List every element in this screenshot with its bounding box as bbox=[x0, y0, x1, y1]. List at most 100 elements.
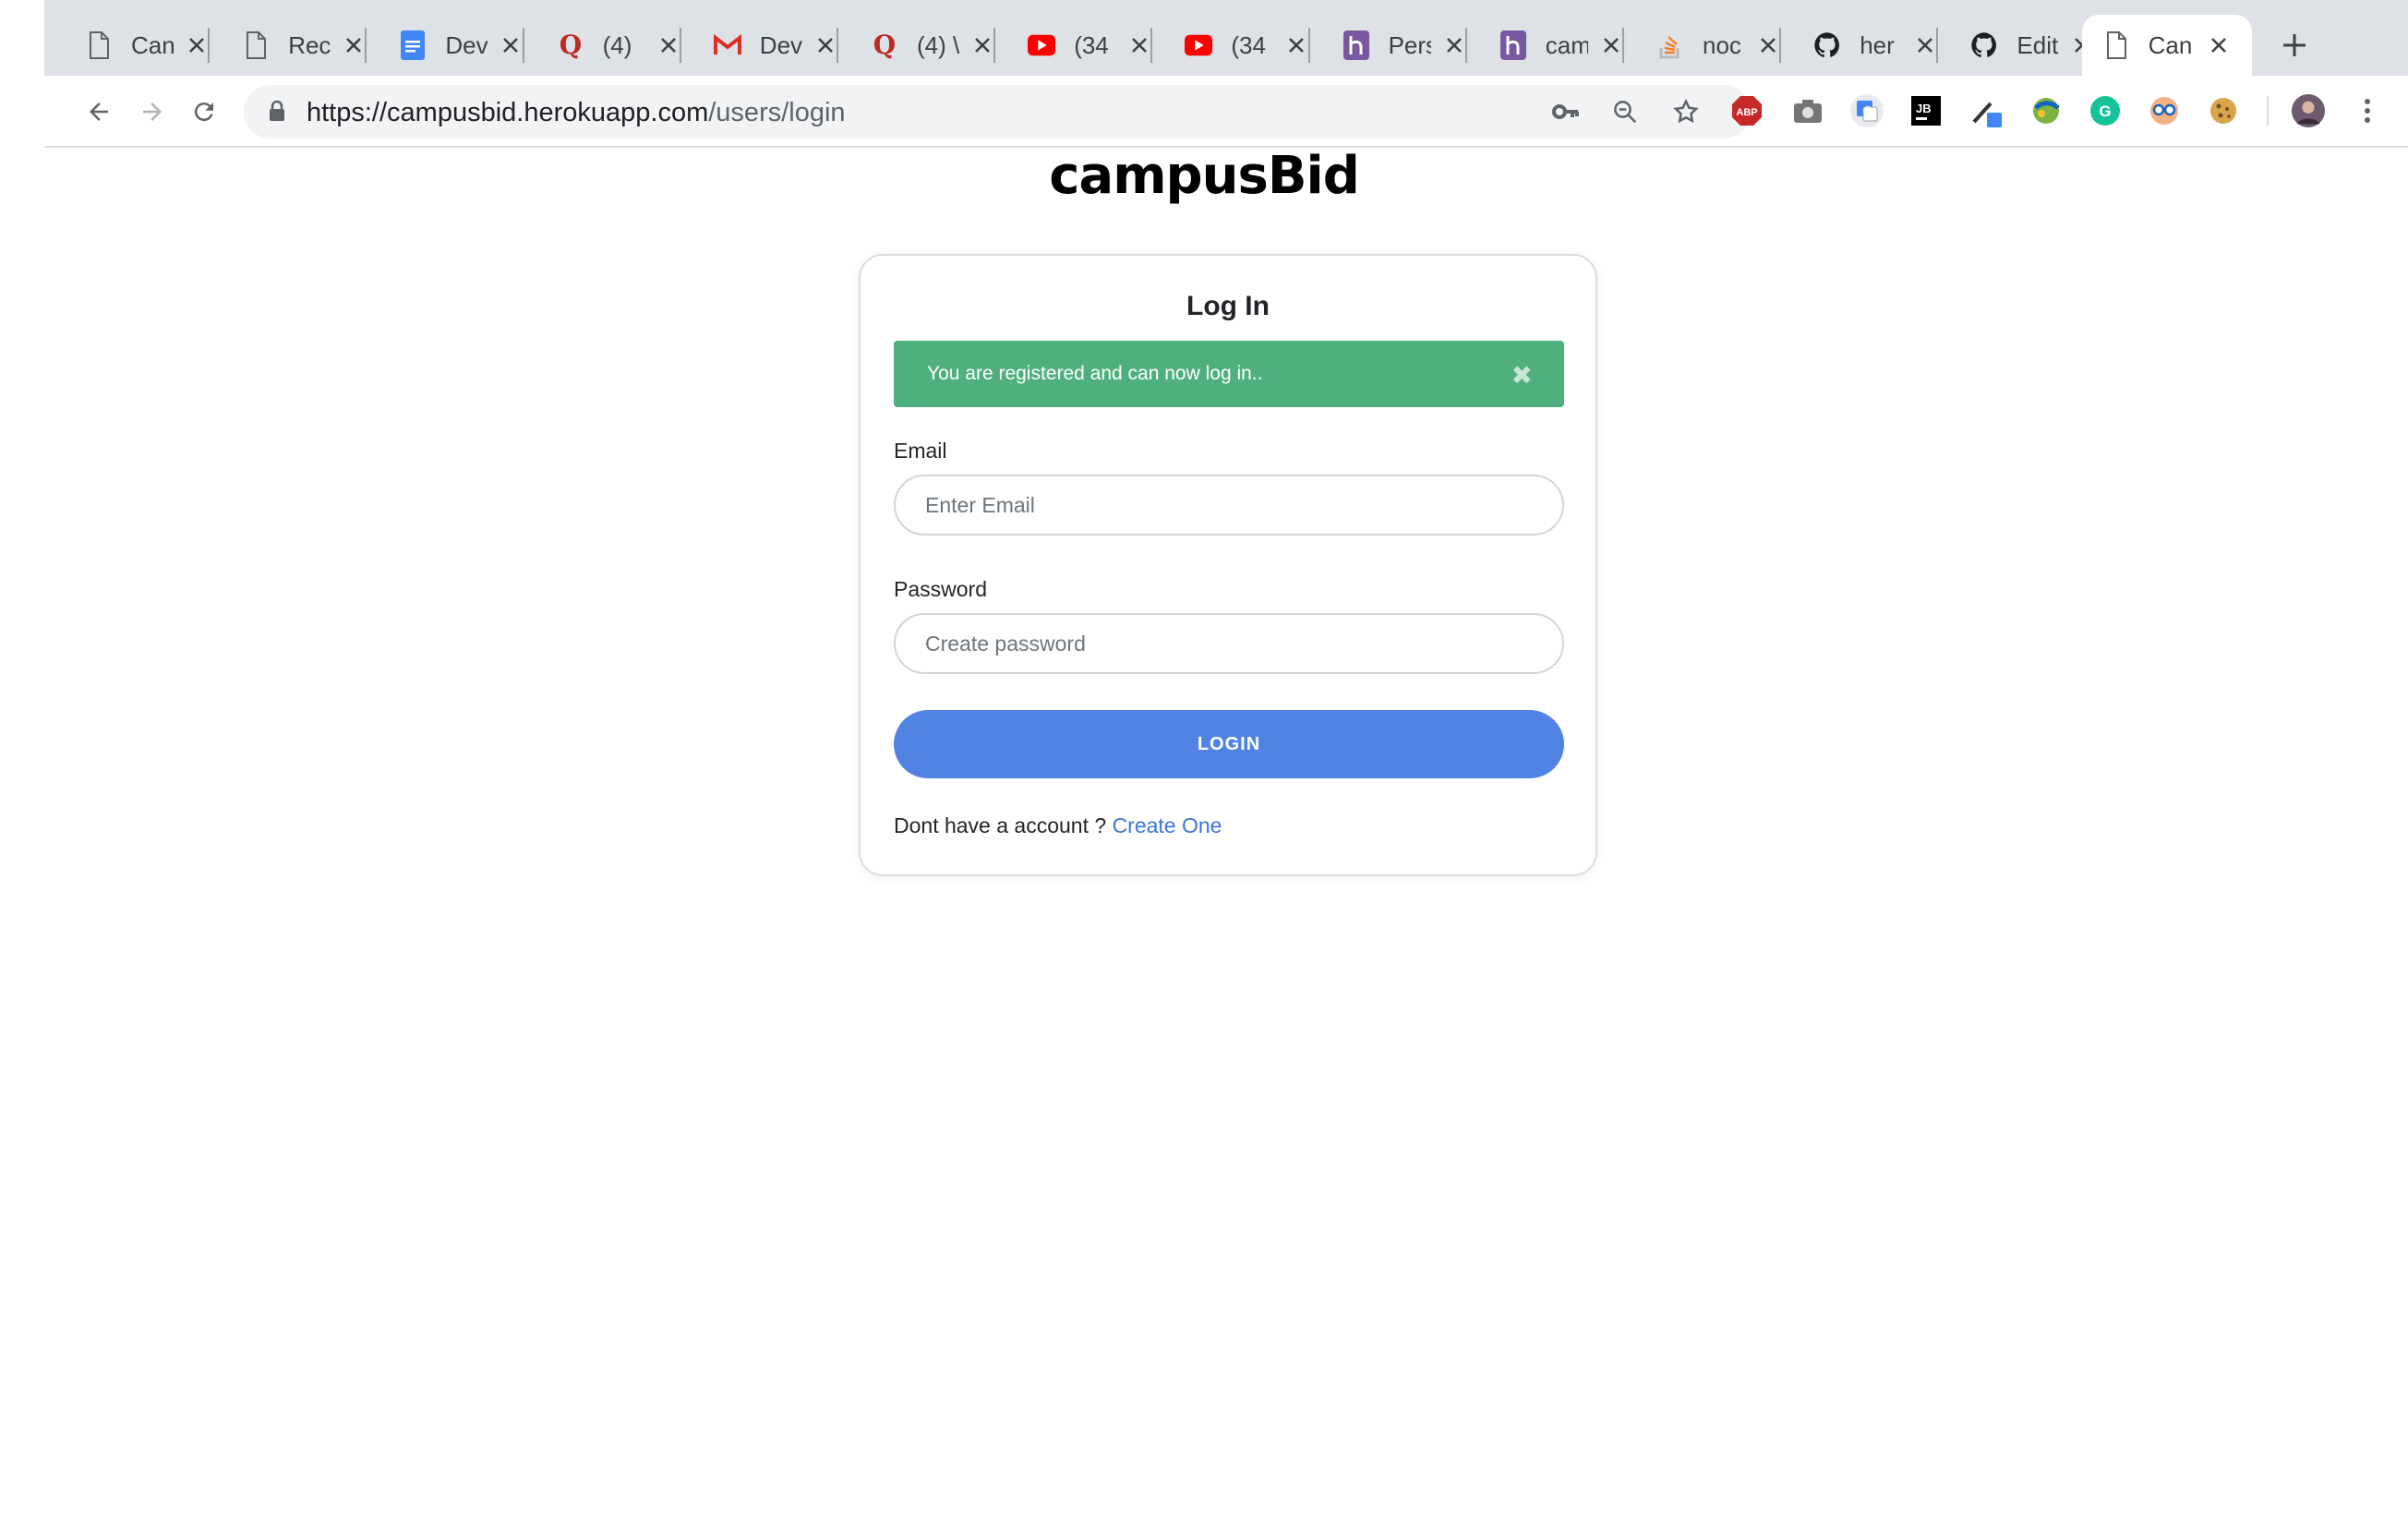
tab-title: (34 bbox=[1074, 30, 1109, 59]
quora-icon: Q bbox=[557, 31, 584, 59]
arrow-left-icon bbox=[90, 102, 108, 121]
svg-text:Q: Q bbox=[873, 31, 896, 59]
heroku-icon bbox=[1499, 30, 1527, 60]
email-label: Email bbox=[894, 439, 947, 463]
tab-8[interactable]: Pers bbox=[1309, 15, 1466, 76]
tab-separator bbox=[837, 28, 838, 63]
tab-separator bbox=[1150, 28, 1153, 63]
tab-title: Pers bbox=[1388, 30, 1431, 59]
menu-dots-icon[interactable] bbox=[2351, 94, 2384, 127]
tab-0[interactable]: Can bbox=[52, 15, 209, 76]
tab-title: Dev bbox=[445, 30, 488, 59]
tab-title: (4) bbox=[602, 30, 632, 59]
login-button[interactable]: LOGIN bbox=[894, 710, 1564, 778]
lock-icon bbox=[270, 100, 284, 121]
zoom-out-icon[interactable] bbox=[1610, 97, 1640, 126]
tab-separator bbox=[208, 28, 211, 63]
address-bar[interactable]: https://campusbid.herokuapp.com/users/lo… bbox=[244, 85, 1751, 138]
quora-icon: Q bbox=[871, 31, 898, 59]
tab-title: Dev bbox=[759, 30, 802, 59]
forward-button[interactable] bbox=[131, 90, 174, 133]
create-account-link[interactable]: Create One bbox=[1113, 813, 1222, 837]
close-icon[interactable] bbox=[813, 32, 837, 58]
tab-9[interactable]: cam bbox=[1466, 15, 1623, 76]
close-icon[interactable] bbox=[656, 32, 680, 58]
tab-title: Can bbox=[131, 30, 175, 59]
adblock-icon[interactable]: ABP bbox=[1730, 94, 1764, 127]
globe-extension-icon[interactable] bbox=[2029, 94, 2063, 127]
grammarly-icon[interactable]: G bbox=[2089, 94, 2122, 127]
tab-separator bbox=[1464, 28, 1467, 63]
tab-5[interactable]: Q (4) \ bbox=[837, 15, 994, 76]
tab-7[interactable]: (34 bbox=[1151, 15, 1308, 76]
tab-3[interactable]: Q (4) bbox=[524, 15, 680, 76]
page-icon bbox=[2102, 31, 2130, 59]
camera-icon[interactable] bbox=[1791, 94, 1824, 127]
reload-button[interactable] bbox=[183, 90, 225, 133]
svg-text:Q: Q bbox=[559, 31, 581, 59]
tab-strip: Can Rec Dev Q (4) Dev Q (4) \ (34 (34 Pers cam noc he… bbox=[44, 0, 2408, 76]
tab-separator bbox=[1622, 28, 1624, 63]
tab-4[interactable]: Dev bbox=[680, 15, 837, 76]
success-alert: You are registered and can now log in.. … bbox=[894, 341, 1564, 407]
reload-icon bbox=[194, 102, 213, 122]
tab-title: cam bbox=[1545, 30, 1588, 59]
password-field[interactable] bbox=[894, 613, 1564, 674]
jetbrains-icon[interactable]: JB bbox=[1909, 94, 1943, 127]
tab-13[interactable]: Can bbox=[2081, 15, 2252, 76]
tab-title: her bbox=[1860, 30, 1895, 59]
tab-title: (34 bbox=[1231, 30, 1266, 59]
tab-12[interactable]: Edit bbox=[1937, 15, 2094, 76]
tab-title: (4) \ bbox=[917, 30, 960, 59]
close-icon[interactable] bbox=[1913, 32, 1937, 58]
plus-icon bbox=[2283, 34, 2306, 56]
svg-text:JB: JB bbox=[1916, 102, 1932, 115]
close-icon[interactable]: ✖ bbox=[1511, 363, 1533, 389]
close-icon[interactable] bbox=[1127, 32, 1151, 58]
youtube-icon bbox=[1028, 31, 1056, 59]
password-label: Password bbox=[894, 577, 987, 601]
star-icon[interactable] bbox=[1671, 97, 1701, 126]
close-icon[interactable] bbox=[1599, 32, 1623, 58]
svg-text:G: G bbox=[2099, 102, 2111, 120]
tab-1[interactable]: Rec bbox=[209, 15, 366, 76]
heroku-icon bbox=[1342, 30, 1370, 60]
avatar[interactable] bbox=[2292, 94, 2325, 127]
back-button[interactable] bbox=[78, 90, 120, 133]
toolbar-divider bbox=[2267, 96, 2269, 126]
email-field[interactable] bbox=[894, 475, 1564, 536]
tab-separator bbox=[679, 28, 681, 63]
close-icon[interactable] bbox=[1442, 32, 1466, 58]
svg-text:ABP: ABP bbox=[1736, 107, 1757, 118]
new-tab-button[interactable] bbox=[2271, 22, 2318, 68]
color-picker-icon[interactable] bbox=[1970, 94, 2004, 127]
tab-11[interactable]: her bbox=[1780, 15, 1937, 76]
site-brand: campusBid bbox=[1049, 146, 1360, 206]
close-icon[interactable] bbox=[1756, 32, 1780, 58]
svg-text:G: G bbox=[1864, 105, 1872, 115]
key-icon[interactable] bbox=[1551, 97, 1581, 126]
arrow-right-icon bbox=[143, 102, 162, 121]
cookie-icon[interactable] bbox=[2207, 94, 2240, 127]
close-icon[interactable] bbox=[185, 32, 209, 58]
url-text: https://campusbid.herokuapp.com/users/lo… bbox=[307, 98, 846, 127]
tab-10[interactable]: noc bbox=[1623, 15, 1780, 76]
close-icon[interactable] bbox=[1285, 32, 1309, 58]
stackoverflow-icon bbox=[1656, 31, 1684, 59]
login-card: Log In You are registered and can now lo… bbox=[859, 254, 1597, 876]
tab-separator bbox=[1307, 28, 1310, 63]
tab-separator bbox=[522, 28, 524, 63]
card-title: Log In bbox=[1186, 291, 1270, 321]
close-icon[interactable] bbox=[342, 32, 366, 58]
close-icon[interactable] bbox=[970, 32, 994, 58]
glasses-extension-icon[interactable] bbox=[2148, 94, 2181, 127]
google-translate-icon[interactable]: G bbox=[1850, 94, 1884, 127]
tab-6[interactable]: (34 bbox=[994, 15, 1151, 76]
close-icon[interactable] bbox=[500, 32, 524, 58]
alert-message: You are registered and can now log in.. bbox=[927, 363, 1263, 384]
github-icon bbox=[1970, 31, 1998, 59]
signup-prompt-text: Dont have a account ? bbox=[894, 813, 1113, 837]
close-icon[interactable] bbox=[2206, 32, 2232, 58]
tab-separator bbox=[365, 28, 367, 63]
tab-2[interactable]: Dev bbox=[366, 15, 523, 76]
